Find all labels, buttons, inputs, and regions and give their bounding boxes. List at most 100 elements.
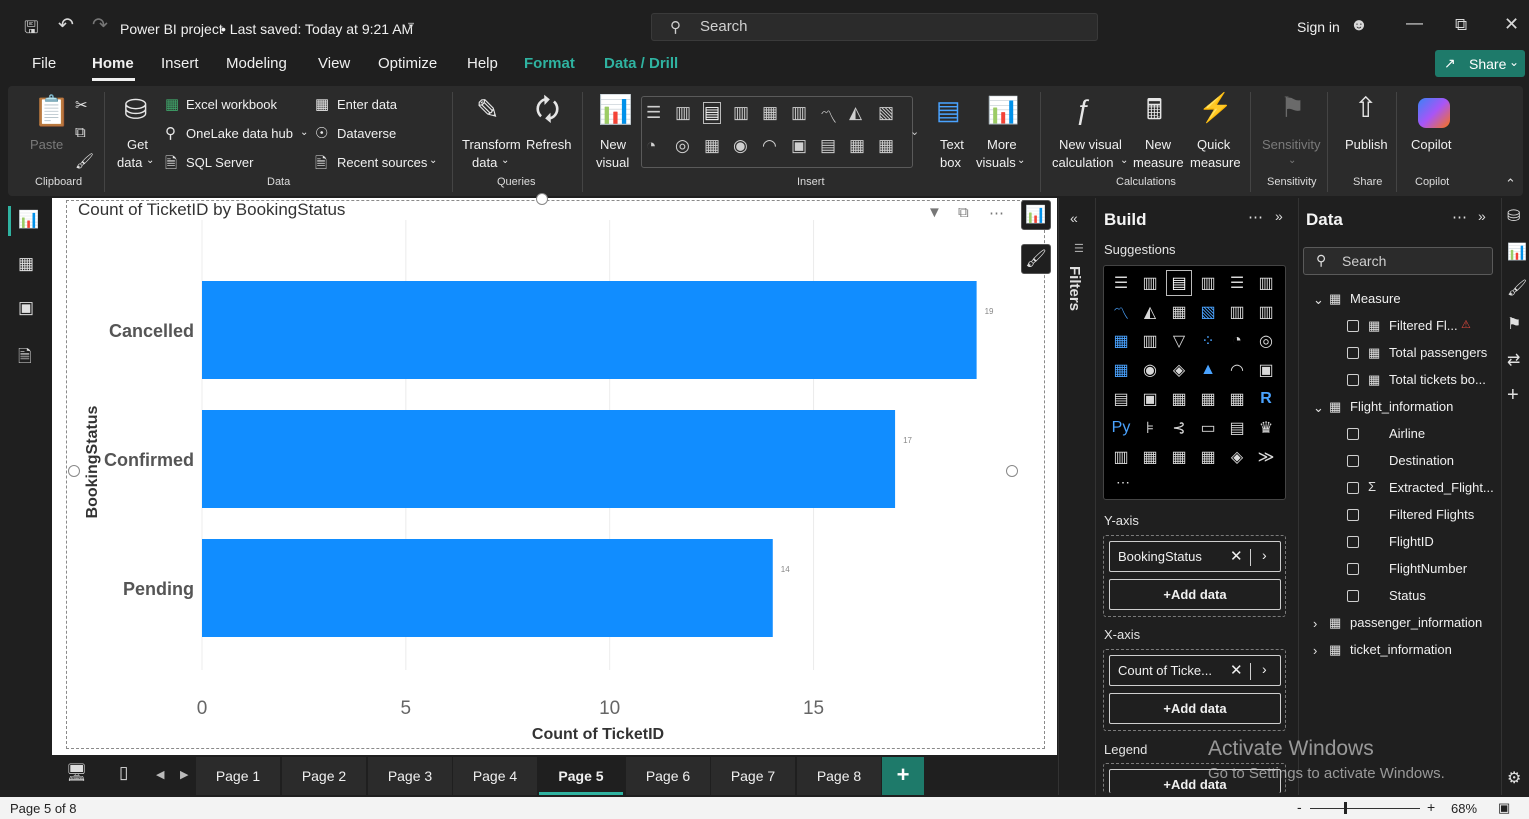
new-visual-icon[interactable]: 📊 — [598, 96, 633, 124]
mobile-layout-icon[interactable]: ▯ — [119, 763, 128, 783]
card-icon[interactable]: ▣ — [791, 136, 807, 156]
clustered-column-chart-icon[interactable]: ▥ — [733, 103, 749, 123]
chevron-down-icon[interactable]: ⌄ — [1288, 152, 1296, 170]
clustered-column-icon[interactable]: ▥ — [1195, 270, 1221, 296]
field-checkbox[interactable] — [1347, 455, 1359, 467]
copilot-icon[interactable] — [1418, 98, 1450, 128]
clustered-bar-chart-icon[interactable]: ▤ — [702, 102, 722, 124]
treemap-icon[interactable]: ▦ — [1108, 357, 1134, 383]
undo-icon[interactable]: ↶ — [58, 14, 74, 37]
format-brush-icon[interactable]: 🖌 — [1021, 244, 1051, 274]
gauge-icon[interactable]: ◠ — [1224, 357, 1250, 383]
field-checkbox[interactable] — [1347, 590, 1359, 602]
donut-chart-icon[interactable]: ◎ — [675, 136, 690, 156]
desktop-layout-icon[interactable]: 🖥 — [66, 763, 88, 783]
slicer-icon[interactable]: ▦ — [1166, 386, 1192, 412]
smart-narrative-icon[interactable]: ▤ — [1224, 415, 1250, 441]
table-view-icon[interactable]: ▦ — [18, 254, 34, 274]
collapse-pane-icon[interactable]: » — [1478, 208, 1486, 224]
y-axis-add-data-button[interactable]: +Add data — [1109, 579, 1281, 610]
onelake-button[interactable]: OneLake data hub — [186, 125, 293, 143]
field-checkbox[interactable] — [1347, 509, 1359, 521]
resize-handle[interactable] — [536, 193, 548, 205]
funnel-chart-icon[interactable]: ▽ — [1166, 328, 1192, 354]
field-item[interactable]: Filtered Fl... — [1389, 318, 1458, 333]
paginated-report-icon[interactable]: ▥ — [1108, 444, 1134, 470]
minimize-icon[interactable]: — — [1406, 13, 1423, 33]
resize-handle[interactable] — [68, 465, 80, 477]
transform-label-1[interactable]: Transform — [462, 136, 521, 154]
transform-label-2[interactable]: data — [472, 154, 497, 172]
collapse-ribbon-icon[interactable]: ⌃ — [1505, 176, 1516, 192]
page-tab[interactable]: Page 6 — [626, 757, 710, 795]
text-box-label-1[interactable]: Text — [940, 136, 964, 154]
field-item[interactable]: FlightID — [1389, 534, 1434, 549]
page-tab[interactable]: Page 3 — [368, 757, 452, 795]
new-measure-label-2[interactable]: measure — [1133, 154, 1184, 172]
stacked-bar-icon[interactable]: ☰ — [1108, 270, 1134, 296]
key-influencers-icon[interactable]: ⊧ — [1137, 415, 1163, 441]
bookmark-icon[interactable]: ⚑ — [1507, 314, 1521, 334]
field-item[interactable]: Destination — [1389, 453, 1454, 468]
chevron-right-icon[interactable]: › — [1313, 616, 1317, 631]
stacked-bar-chart-icon[interactable]: ☰ — [646, 103, 661, 123]
restore-icon[interactable]: ⧉ — [1455, 15, 1467, 35]
gauge-icon[interactable]: ◠ — [762, 136, 777, 156]
publish-icon[interactable]: ⇧ — [1354, 94, 1377, 122]
table-node[interactable]: passenger_information — [1350, 615, 1482, 630]
arcgis-icon[interactable]: ▦ — [1195, 444, 1221, 470]
quick-measure-label-1[interactable]: Quick — [1197, 136, 1230, 154]
stacked-area-icon[interactable]: ▦ — [1166, 299, 1192, 325]
refresh-button[interactable]: Refresh — [526, 136, 572, 154]
waterfall-icon[interactable]: ▦ — [1108, 328, 1134, 354]
table-node[interactable]: Measure — [1350, 291, 1401, 306]
chevron-down-icon[interactable]: ⌄ — [146, 152, 154, 170]
more-visuals-icon[interactable]: ⋯ — [1116, 474, 1130, 491]
field-item[interactable]: Extracted_Flight... — [1389, 480, 1494, 495]
metrics-icon[interactable]: ♛ — [1253, 415, 1279, 441]
more-visuals-label-1[interactable]: More — [987, 136, 1017, 154]
table-node[interactable]: ticket_information — [1350, 642, 1452, 657]
pie-chart-icon[interactable]: ◔ — [1224, 328, 1250, 354]
data-search-input[interactable]: ⚲ Search — [1303, 247, 1493, 275]
filters-label[interactable]: Filters — [1066, 266, 1083, 311]
power-automate-icon[interactable]: ▦ — [1166, 444, 1192, 470]
new-visual-label-2[interactable]: visual — [596, 154, 629, 172]
donut-chart-icon[interactable]: ◎ — [1253, 328, 1279, 354]
menu-format[interactable]: Format — [524, 55, 575, 72]
calculator-icon[interactable]: 🖩 — [1146, 96, 1163, 124]
transform-data-icon[interactable]: ✎ — [476, 96, 499, 124]
sign-in-link[interactable]: Sign in — [1297, 19, 1340, 35]
database-icon[interactable]: ⛁ — [124, 96, 147, 124]
field-checkbox[interactable] — [1347, 482, 1359, 494]
search-input[interactable]: ⚲ Search — [651, 13, 1098, 41]
bar-chart[interactable]: 0 5 10 15 Cancelled 19 Confirmed 17 Pending 14 Cou… — [66, 200, 1045, 749]
menu-modeling[interactable]: Modeling — [226, 55, 287, 72]
map-icon[interactable]: ◉ — [1137, 357, 1163, 383]
ribbon-chart-icon[interactable]: ▥ — [1253, 299, 1279, 325]
area-chart-icon[interactable]: ◭ — [849, 103, 862, 123]
get-data-label-1[interactable]: Get — [127, 136, 148, 154]
multi-row-card-icon[interactable]: ▤ — [820, 136, 836, 156]
copilot-button[interactable]: Copilot — [1411, 136, 1451, 154]
field-item[interactable]: Airline — [1389, 426, 1425, 441]
visual-calculation-icon[interactable]: ƒ — [1076, 96, 1092, 124]
share-button[interactable]: ↗ Share ⌄ — [1435, 50, 1525, 77]
chevron-right-icon[interactable]: › — [1262, 547, 1267, 563]
excel-workbook-button[interactable]: Excel workbook — [186, 96, 277, 114]
format-painter-icon[interactable]: 🖌 — [75, 152, 94, 170]
new-measure-label-1[interactable]: New — [1145, 136, 1171, 154]
sync-slicers-icon[interactable]: ⇄ — [1507, 350, 1520, 370]
field-checkbox[interactable] — [1347, 320, 1359, 332]
line-stacked-column-icon[interactable]: ▧ — [1195, 299, 1221, 325]
python-visual-icon[interactable]: Py — [1108, 415, 1134, 441]
chevron-right-icon[interactable]: › — [1262, 661, 1267, 677]
azure-map-icon[interactable]: ▲ — [1195, 357, 1221, 383]
combo-chart-icon[interactable]: ▧ — [878, 103, 894, 123]
zoom-slider-track[interactable] — [1310, 808, 1420, 809]
recent-sources-button[interactable]: Recent sources — [337, 154, 427, 172]
r-visual-icon[interactable]: R — [1253, 386, 1279, 412]
saved-status[interactable]: • Last saved: Today at 9:21 AM — [221, 21, 413, 37]
map-icon[interactable]: ◉ — [733, 136, 748, 156]
field-checkbox[interactable] — [1347, 347, 1359, 359]
